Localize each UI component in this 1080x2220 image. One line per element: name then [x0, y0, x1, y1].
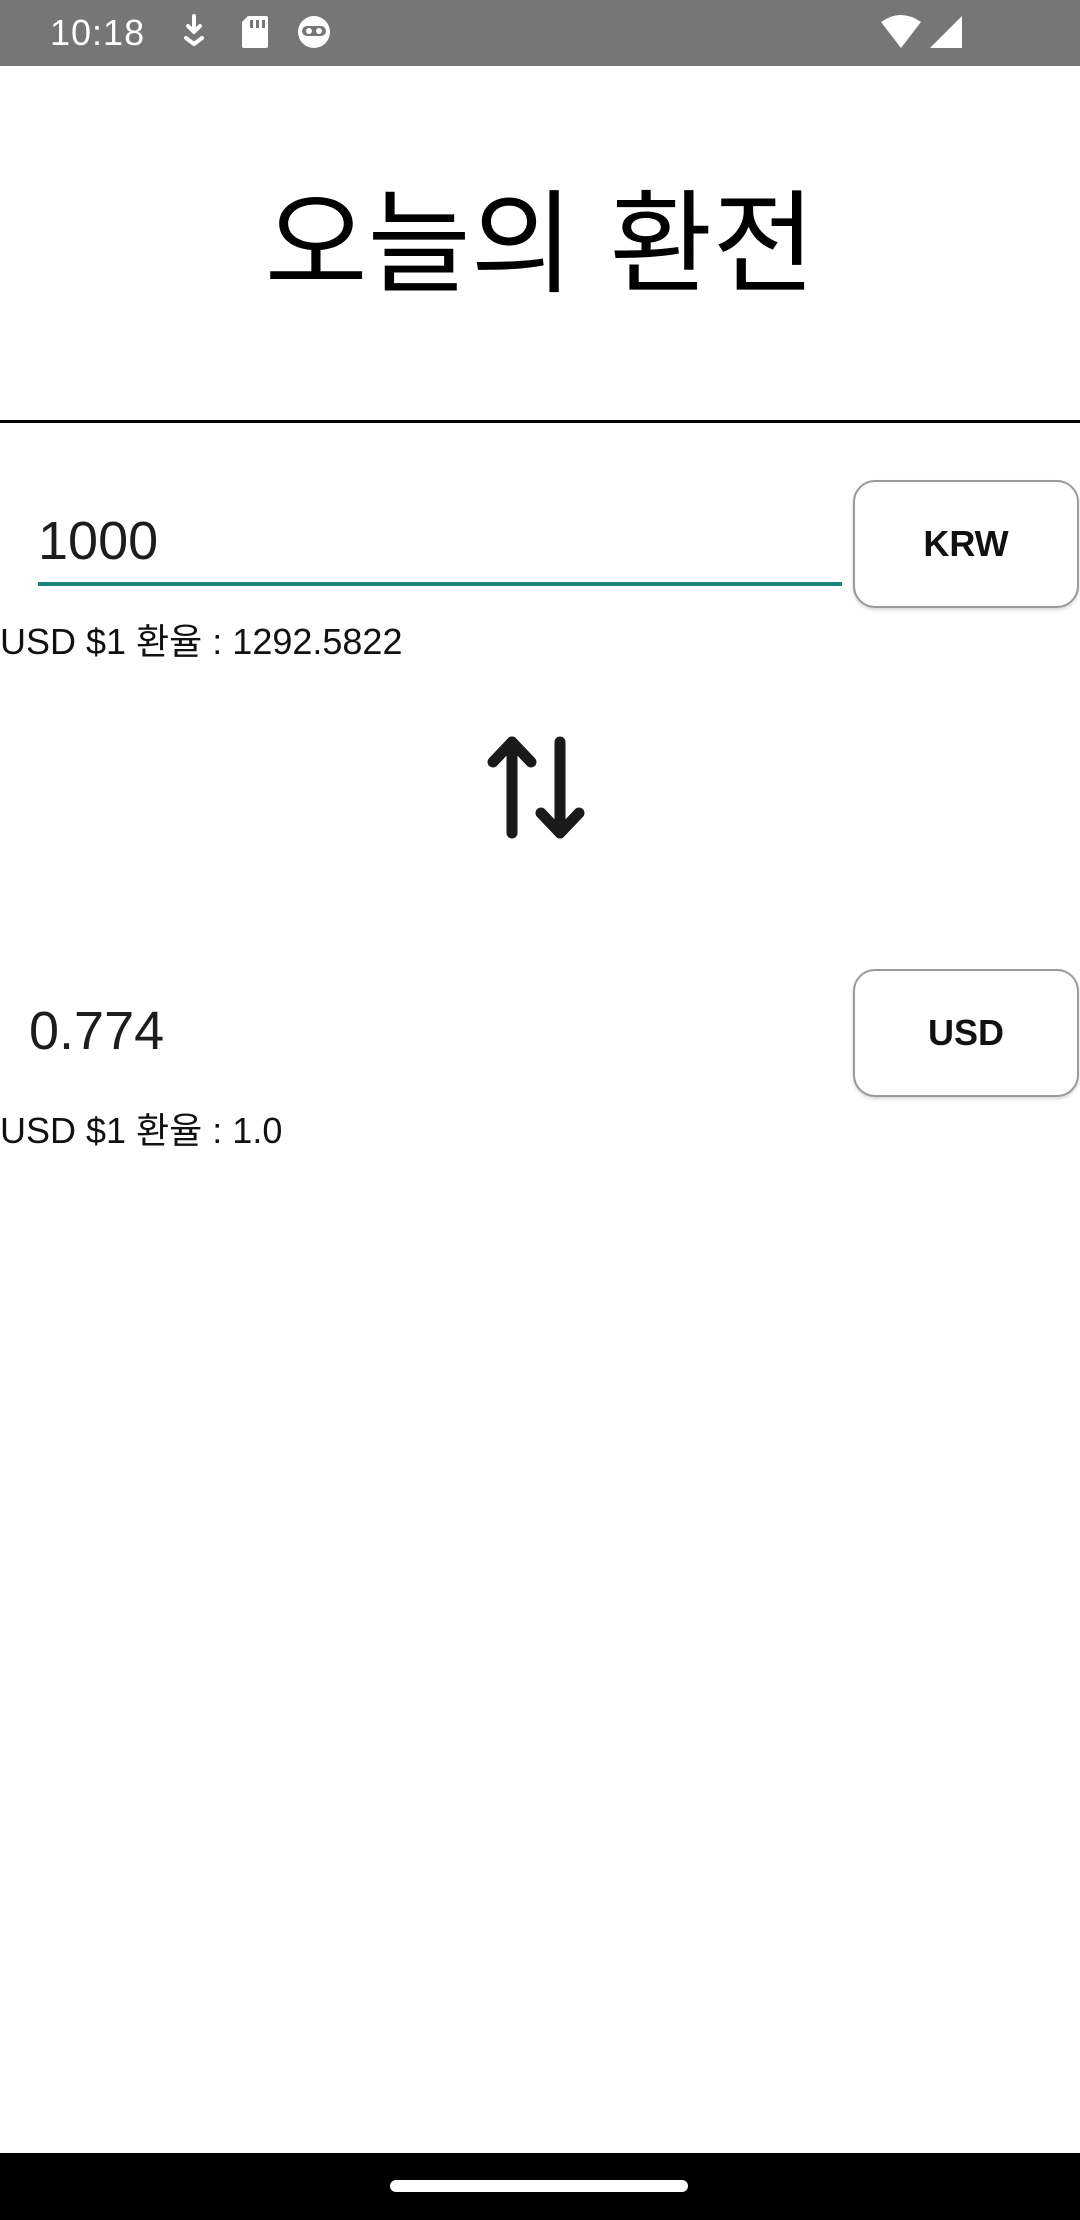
source-amount-input[interactable] [38, 500, 842, 586]
cellular-signal-icon [930, 16, 962, 48]
home-gesture-handle[interactable] [390, 2180, 688, 2192]
page-title: 오늘의 환전 [264, 180, 816, 310]
navigation-bar [0, 2153, 1080, 2220]
wifi-icon [881, 15, 921, 48]
source-currency-button[interactable]: KRW [853, 480, 1079, 608]
android-icon [298, 16, 330, 48]
download-icon [184, 14, 204, 46]
status-bar: 10:18 [0, 0, 1080, 66]
status-time: 10:18 [50, 12, 146, 53]
sd-card-icon [242, 16, 268, 48]
title-divider [0, 420, 1080, 423]
target-currency-button[interactable]: USD [853, 969, 1079, 1097]
source-rate-text: USD $1 환율 : 1292.5822 [0, 621, 403, 662]
target-rate-text: USD $1 환율 : 1.0 [0, 1110, 283, 1151]
target-amount-value: 0.774 [29, 1001, 165, 1061]
swap-vertical-icon[interactable] [485, 732, 587, 842]
